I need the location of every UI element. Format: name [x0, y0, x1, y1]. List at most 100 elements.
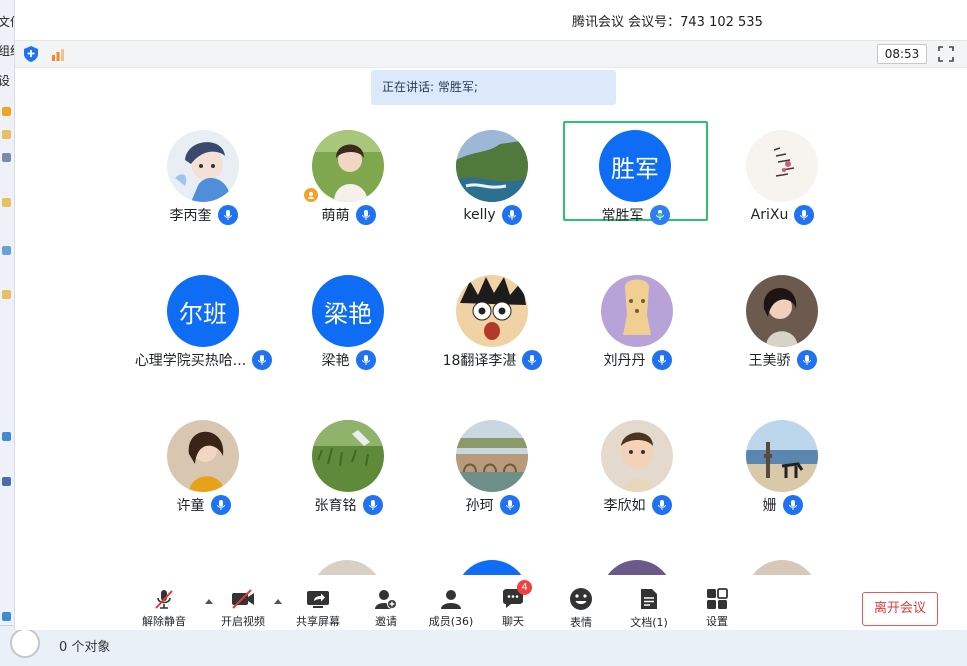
- participant-name: AriXu: [750, 207, 789, 223]
- leave-meeting-button[interactable]: 离开会议: [862, 592, 938, 626]
- avatar: [456, 130, 528, 202]
- explorer-status-text: 0 个对象: [59, 640, 111, 655]
- meeting-window: 腾讯会议 会议号：743 102 535 08:53 正在讲话: 常胜军; 李丙…: [14, 0, 967, 630]
- participant-name-row: 梁艳: [276, 350, 421, 370]
- meeting-control-bar: 解除静音 开启视频 共享屏幕 邀请 成员(36) 4 聊天 表情 文档(1) 设…: [15, 575, 967, 630]
- emoji-button[interactable]: 表情: [549, 587, 613, 629]
- start-video-button[interactable]: 开启视频: [211, 587, 275, 629]
- video-off-icon: [230, 587, 256, 610]
- share-screen-button[interactable]: 共享屏幕: [286, 587, 350, 629]
- settings-grid-icon: [704, 587, 730, 610]
- mic-icon: [794, 205, 815, 225]
- avatar: [601, 275, 673, 347]
- participant-grid: 李丙奎 萌萌 kelly 胜军 常胜军 AriXu 尔班 心理学院买热哈... …: [15, 105, 967, 575]
- explorer-status-bar: [0, 625, 967, 666]
- shield-icon[interactable]: [22, 45, 40, 63]
- mic-active-icon: [649, 205, 670, 225]
- mic-icon: [651, 495, 672, 515]
- participant-tile[interactable]: AriXu: [710, 121, 855, 225]
- avatar-partial: [311, 560, 383, 575]
- participant-tile[interactable]: 许童: [131, 411, 276, 515]
- top-info-bar: 08:53: [15, 40, 967, 68]
- explorer-status-icon: [10, 628, 40, 658]
- participant-tile[interactable]: 张育铭: [276, 411, 421, 515]
- participant-name-row: AriXu: [710, 205, 855, 225]
- bg-menu-file: 文件: [0, 13, 14, 30]
- participant-tile[interactable]: 李欣如: [565, 411, 710, 515]
- unmute-button[interactable]: 解除静音: [132, 587, 196, 629]
- participant-name: 心理学院买热哈...: [134, 353, 247, 369]
- settings-button[interactable]: 设置: [685, 587, 749, 629]
- avatar: [456, 420, 528, 492]
- invite-user-icon: [373, 587, 399, 610]
- mic-icon: [501, 205, 522, 225]
- avatar: [312, 420, 384, 492]
- invite-button[interactable]: 邀请: [354, 587, 418, 629]
- participant-name: 刘丹丹: [603, 353, 646, 369]
- mic-icon: [217, 205, 238, 225]
- bg-folder-icon: [2, 130, 11, 139]
- bg-menu-organize: 组织: [0, 42, 14, 59]
- unmute-label: 解除静音: [142, 615, 186, 628]
- avatar: [167, 130, 239, 202]
- avatar: 胜军: [599, 130, 671, 202]
- participant-tile[interactable]: 尔班 心理学院买热哈...: [131, 266, 276, 370]
- participant-tile[interactable]: 萌萌: [276, 121, 421, 225]
- title-bar[interactable]: 腾讯会议 会议号：743 102 535: [15, 0, 967, 40]
- avatar: [746, 420, 818, 492]
- speaking-indicator: 正在讲话: 常胜军;: [371, 70, 616, 105]
- avatar-partial: [456, 560, 528, 575]
- document-icon: [636, 587, 662, 611]
- emoji-icon: [568, 587, 594, 611]
- participant-tile[interactable]: 李丙奎: [131, 121, 276, 225]
- bg-folder-icon: [2, 153, 11, 162]
- participant-name-row: 王美骄: [710, 350, 855, 370]
- participant-name-row: 孙珂: [420, 495, 565, 515]
- emoji-label: 表情: [570, 616, 592, 629]
- members-button[interactable]: 成员(36): [419, 587, 483, 629]
- mic-icon: [355, 350, 376, 370]
- mic-muted-icon: [151, 587, 177, 610]
- chat-unread-badge: 4: [517, 580, 532, 595]
- meeting-timer: 08:53: [877, 44, 927, 64]
- participant-name-row: 许童: [131, 495, 276, 515]
- participant-name: 李丙奎: [169, 208, 212, 224]
- background-window-sliver: 文件 组织 设: [0, 0, 15, 665]
- participant-tile[interactable]: 梁艳 梁艳: [276, 266, 421, 370]
- mic-icon: [210, 495, 231, 515]
- participant-tile[interactable]: kelly: [420, 121, 565, 225]
- mic-icon: [796, 350, 817, 370]
- participant-tile-active-speaker[interactable]: 胜军 常胜军: [563, 121, 708, 225]
- fullscreen-icon[interactable]: [937, 45, 955, 63]
- participant-name-row: 18翻译李湛: [420, 350, 565, 370]
- participant-name-row: 刘丹丹: [565, 350, 710, 370]
- chat-button[interactable]: 4 聊天: [481, 580, 545, 629]
- participant-name-row: 姗: [710, 495, 855, 515]
- participant-tile[interactable]: 刘丹丹: [565, 266, 710, 370]
- bg-folder-icon: [2, 198, 11, 207]
- mic-icon: [355, 205, 376, 225]
- avatar: [167, 420, 239, 492]
- docs-button[interactable]: 文档(1): [617, 587, 681, 629]
- avatar-partial: [601, 560, 673, 575]
- avatar-partial: [746, 560, 818, 575]
- avatar: [601, 420, 673, 492]
- participant-tile[interactable]: 孙珂: [420, 411, 565, 515]
- participant-tile[interactable]: 王美骄: [710, 266, 855, 370]
- share-screen-icon: [305, 587, 331, 610]
- participant-tile[interactable]: 18翻译李湛: [420, 266, 565, 370]
- participant-name: 王美骄: [748, 353, 791, 369]
- bg-computer-icon: [2, 477, 11, 486]
- participant-name-row: kelly: [420, 205, 565, 225]
- start-video-label: 开启视频: [221, 615, 265, 628]
- participant-tile[interactable]: 姗: [710, 411, 855, 515]
- participant-name-row: 心理学院买热哈...: [131, 350, 276, 370]
- video-options-caret-icon[interactable]: [274, 599, 282, 604]
- avatar: [746, 130, 818, 202]
- mic-icon: [651, 350, 672, 370]
- chat-label: 聊天: [502, 615, 524, 628]
- participant-name: 萌萌: [321, 208, 350, 224]
- share-screen-label: 共享屏幕: [296, 615, 340, 628]
- meeting-title: 腾讯会议 会议号：743 102 535: [572, 15, 763, 30]
- signal-icon[interactable]: [49, 45, 67, 63]
